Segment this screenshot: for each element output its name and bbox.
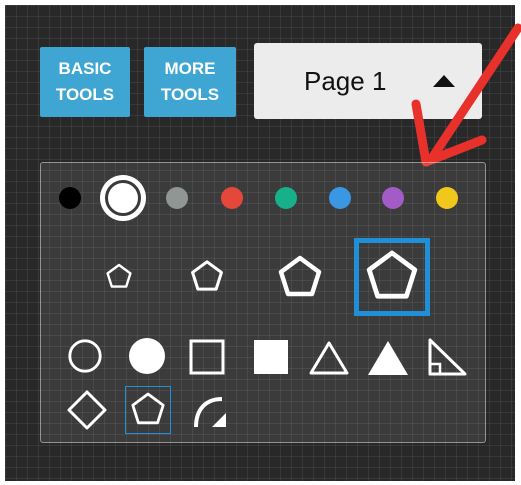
color-yellow[interactable] (436, 187, 458, 209)
color-white-selected[interactable] (100, 175, 146, 221)
color-red[interactable] (221, 187, 243, 209)
red-arrow-annotation (411, 23, 521, 167)
whiteboard-canvas[interactable]: BASIC TOOLS MORE TOOLS Page 1 (5, 5, 521, 481)
size-small-pentagon-icon[interactable] (101, 259, 137, 295)
pentagon-icon-selected[interactable] (125, 386, 171, 434)
arc-arrow-icon[interactable] (187, 390, 231, 432)
right-triangle-icon[interactable] (425, 336, 469, 378)
triangle-filled-icon[interactable] (366, 338, 410, 378)
size-medium-pentagon-icon[interactable] (187, 257, 227, 297)
color-purple[interactable] (382, 187, 404, 209)
basic-tools-label-line1: BASIC (58, 59, 112, 78)
size-large-pentagon-icon[interactable] (274, 252, 326, 304)
color-gray[interactable] (166, 187, 188, 209)
page-selector-label: Page 1 (304, 66, 387, 96)
color-blue[interactable] (329, 187, 351, 209)
size-extra-large-pentagon-icon[interactable] (354, 238, 430, 316)
color-green[interactable] (275, 187, 297, 209)
circle-outline-icon[interactable] (65, 336, 105, 376)
selected-color-core (111, 186, 135, 210)
more-tools-button[interactable]: MORE TOOLS (144, 47, 236, 117)
square-outline-icon[interactable] (188, 338, 226, 376)
circle-filled-icon[interactable] (127, 336, 167, 376)
diamond-icon[interactable] (65, 388, 109, 432)
square-filled-icon[interactable] (252, 338, 290, 376)
basic-tools-button[interactable]: BASIC TOOLS (40, 47, 130, 117)
drawing-palette (40, 162, 486, 443)
more-tools-label-line1: MORE (164, 59, 216, 78)
color-black[interactable] (59, 187, 81, 209)
triangle-outline-icon[interactable] (307, 338, 351, 378)
basic-tools-label-line2: TOOLS (55, 85, 115, 104)
more-tools-label-line2: TOOLS (160, 85, 220, 104)
